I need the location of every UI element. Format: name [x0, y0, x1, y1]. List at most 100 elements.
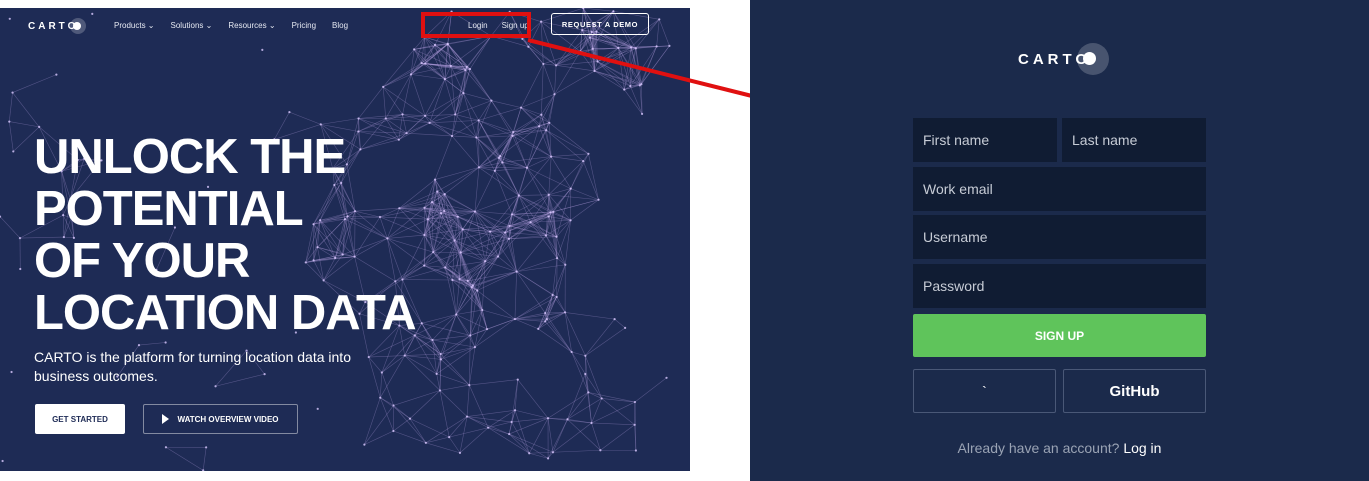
network-node — [433, 178, 437, 181]
network-node — [382, 85, 385, 88]
signup-highlight-box — [421, 12, 531, 38]
network-edge — [434, 135, 453, 180]
oauth-button-left[interactable]: ` — [913, 369, 1056, 413]
network-node — [490, 99, 493, 102]
network-edge — [474, 318, 516, 348]
network-node — [525, 166, 529, 169]
network-edge — [380, 355, 405, 398]
network-node — [634, 449, 638, 452]
login-link-panel[interactable]: Log in — [1123, 440, 1161, 456]
network-edge — [509, 417, 549, 435]
network-node — [466, 279, 469, 283]
network-node — [424, 441, 427, 444]
network-edge — [516, 235, 547, 272]
network-node — [392, 429, 395, 433]
nav-blog[interactable]: Blog — [332, 21, 348, 30]
network-edge — [364, 405, 394, 445]
network-node — [439, 352, 442, 356]
network-node — [462, 92, 465, 95]
network-edge — [380, 397, 411, 419]
network-node — [515, 270, 518, 273]
network-node — [566, 418, 569, 421]
network-edge — [601, 398, 635, 426]
network-node — [545, 129, 548, 132]
network-edge — [202, 447, 207, 471]
nav-pricing[interactable]: Pricing — [292, 21, 316, 30]
network-node — [137, 344, 141, 347]
network-node — [564, 263, 567, 266]
logo-circle-icon — [1077, 43, 1110, 75]
network-node — [409, 73, 413, 76]
network-edge — [437, 167, 480, 192]
network-edge — [465, 69, 492, 101]
network-node — [529, 221, 532, 224]
network-node — [600, 397, 603, 400]
network-node — [449, 64, 452, 68]
sign-up-button[interactable]: SIGN UP — [913, 314, 1206, 357]
work-email-field[interactable] — [913, 167, 1206, 211]
network-node — [443, 78, 446, 81]
network-edge — [470, 335, 476, 348]
network-node — [431, 338, 434, 342]
password-field[interactable] — [913, 264, 1206, 308]
last-name-field[interactable] — [1062, 118, 1206, 162]
network-node — [432, 251, 435, 254]
network-node — [528, 452, 531, 455]
carto-logo[interactable]: CARTO — [28, 18, 87, 34]
network-node — [513, 409, 517, 412]
network-edge — [410, 74, 426, 116]
network-node — [545, 318, 548, 321]
network-node — [477, 119, 480, 122]
network-edge — [424, 115, 453, 137]
network-edge — [556, 296, 566, 313]
network-node — [544, 234, 548, 237]
network-edge — [289, 111, 321, 125]
network-edge — [591, 398, 602, 424]
network-node — [408, 417, 412, 420]
network-edge — [455, 114, 479, 121]
network-edge — [425, 442, 461, 454]
network-node — [443, 193, 446, 196]
network-node — [413, 48, 416, 51]
network-node — [439, 212, 443, 215]
network-node — [458, 451, 462, 454]
network-edge — [364, 397, 381, 445]
network-edge — [508, 433, 549, 459]
network-edge — [570, 199, 599, 221]
signup-panel: CARTO SIGN UP ` GitHub Already have an a… — [750, 0, 1369, 481]
network-node — [458, 278, 461, 281]
username-field[interactable] — [913, 215, 1206, 259]
nav-resources[interactable]: Resources ⌄ — [228, 21, 275, 30]
network-node — [11, 91, 14, 94]
network-edge — [448, 416, 468, 438]
network-node — [624, 326, 627, 329]
network-edge — [425, 436, 450, 444]
network-node — [555, 295, 558, 299]
network-edge — [424, 265, 460, 280]
network-edge — [529, 451, 553, 454]
network-edge — [502, 156, 552, 163]
network-edge — [546, 129, 589, 155]
network-edge — [432, 314, 457, 341]
network-node — [473, 210, 477, 213]
network-edge — [460, 231, 491, 253]
github-button[interactable]: GitHub — [1063, 369, 1206, 413]
nav-solutions[interactable]: Solutions ⌄ — [171, 21, 213, 30]
network-edge — [588, 392, 592, 423]
network-edge — [434, 167, 480, 180]
network-node — [384, 117, 387, 120]
network-edge — [440, 359, 470, 386]
network-edge — [0, 216, 21, 239]
get-started-button[interactable]: GET STARTED — [35, 404, 125, 434]
nav-products[interactable]: Products ⌄ — [114, 21, 155, 30]
first-name-field[interactable] — [913, 118, 1057, 162]
network-node — [444, 266, 447, 269]
network-node — [633, 400, 637, 404]
network-edge — [478, 120, 501, 157]
network-node — [468, 384, 471, 387]
network-node — [435, 372, 438, 375]
network-node — [424, 114, 427, 117]
network-edge — [565, 312, 615, 320]
watch-video-button[interactable]: WATCH OVERVIEW VIDEO — [143, 404, 298, 434]
network-node — [448, 436, 451, 439]
